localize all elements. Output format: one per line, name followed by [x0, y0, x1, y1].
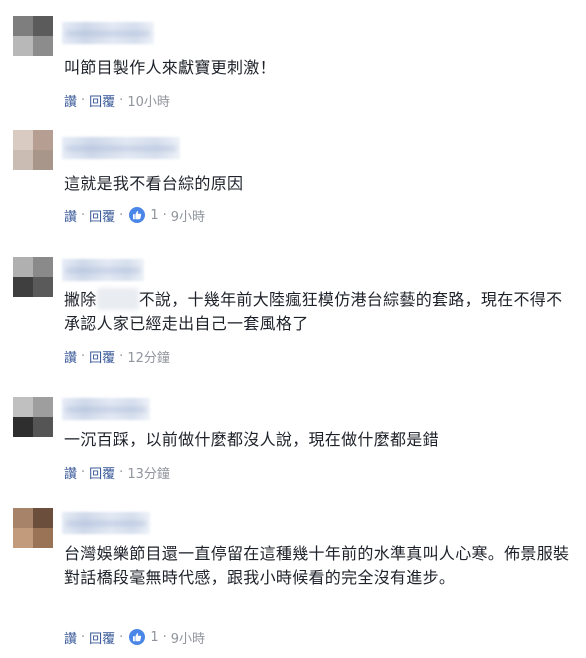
- comment-text: 台灣娛樂節目還一直停留在這種幾十年前的水準真叫人心寒。佈景服裝對話橋段毫無時代感…: [64, 544, 570, 587]
- like-link[interactable]: 讚: [64, 347, 77, 366]
- separator: ·: [119, 92, 124, 108]
- timestamp[interactable]: 9小時: [171, 628, 205, 647]
- separator: ·: [119, 629, 124, 645]
- comment-actions: 讚 · 回覆 · 1 · 9小時: [64, 628, 205, 647]
- timestamp[interactable]: 9小時: [171, 206, 205, 225]
- commenter-name[interactable]: [62, 398, 150, 420]
- comment-actions: 讚 · 回覆 · 12分鐘: [64, 347, 170, 366]
- separator: ·: [81, 629, 86, 645]
- comment-text: 叫節目製作人來獻寶更刺激！: [64, 58, 276, 77]
- timestamp[interactable]: 13分鐘: [127, 463, 170, 482]
- comment-text: 撇除 不說，十幾年前大陸瘋狂模仿港台綜藝的套路，現在不得不承認人家已經走出自己一套…: [64, 288, 572, 336]
- timestamp[interactable]: 12分鐘: [127, 347, 170, 366]
- avatar[interactable]: [13, 130, 53, 170]
- separator: ·: [81, 348, 86, 364]
- commenter-name[interactable]: [62, 137, 180, 159]
- avatar[interactable]: [13, 508, 53, 548]
- commenter-name[interactable]: [62, 259, 144, 281]
- reply-link[interactable]: 回覆: [89, 347, 115, 366]
- comment-text-rest: 不說，十幾年前大陸瘋狂模仿港台綜藝的套路，現在不得不承認人家已經走出自己一套風格…: [64, 290, 563, 333]
- comment-actions: 讚 · 回覆 · 1 · 9小時: [64, 206, 205, 225]
- commenter-name[interactable]: [62, 22, 154, 44]
- redacted-word: [96, 288, 139, 310]
- separator: ·: [119, 464, 124, 480]
- avatar[interactable]: [13, 16, 53, 56]
- commenter-name[interactable]: [62, 512, 150, 534]
- like-link[interactable]: 讚: [64, 463, 77, 482]
- separator: ·: [81, 207, 86, 223]
- comment-text: 一沉百踩，以前做什麼都沒人說，現在做什麼都是錯: [64, 430, 439, 449]
- separator: ·: [119, 207, 124, 223]
- comment-actions: 讚 · 回覆 · 10小時: [64, 91, 170, 110]
- thumbs-up-icon[interactable]: [129, 207, 146, 223]
- reply-link[interactable]: 回覆: [89, 463, 115, 482]
- avatar[interactable]: [13, 397, 53, 437]
- separator: ·: [162, 629, 167, 645]
- like-link[interactable]: 讚: [64, 628, 77, 647]
- reply-link[interactable]: 回覆: [89, 206, 115, 225]
- separator: ·: [81, 464, 86, 480]
- separator: ·: [119, 348, 124, 364]
- comment-text-start: 撇除: [64, 290, 97, 309]
- thumbs-up-icon[interactable]: [129, 629, 146, 645]
- like-link[interactable]: 讚: [64, 206, 77, 225]
- comment-text: 這就是我不看台綜的原因: [64, 174, 244, 193]
- timestamp[interactable]: 10小時: [127, 91, 170, 110]
- avatar[interactable]: [13, 257, 53, 297]
- separator: ·: [162, 207, 167, 223]
- reply-link[interactable]: 回覆: [89, 91, 115, 110]
- reaction-count[interactable]: 1: [150, 630, 158, 645]
- like-link[interactable]: 讚: [64, 91, 77, 110]
- reply-link[interactable]: 回覆: [89, 628, 115, 647]
- reaction-count[interactable]: 1: [150, 208, 158, 223]
- separator: ·: [81, 92, 86, 108]
- comment-actions: 讚 · 回覆 · 13分鐘: [64, 463, 170, 482]
